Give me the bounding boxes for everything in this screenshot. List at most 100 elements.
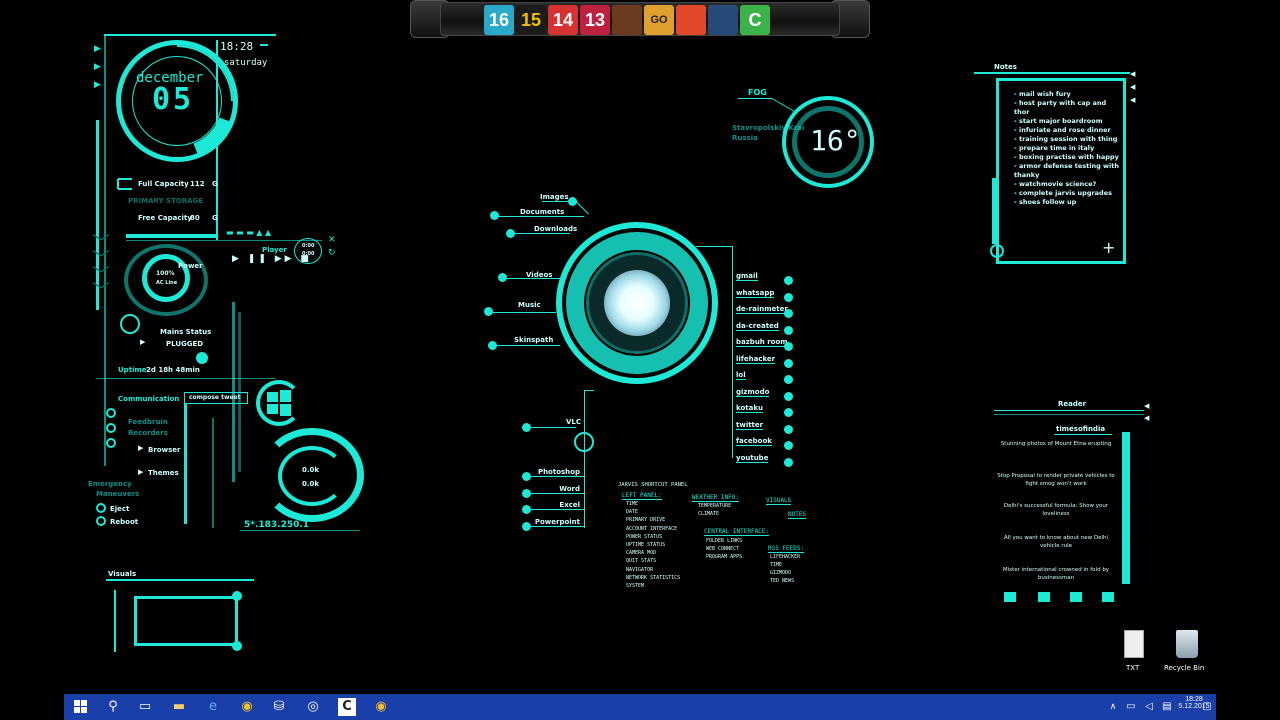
help-item: LIFEHACKER bbox=[770, 554, 801, 560]
radio-extra[interactable] bbox=[106, 438, 116, 448]
dock-icon-csgo[interactable]: GO bbox=[644, 5, 674, 35]
notifications-icon[interactable]: ▢ bbox=[1198, 698, 1216, 716]
reader-page-1[interactable] bbox=[1004, 592, 1016, 602]
app-photoshop[interactable]: Photoshop bbox=[538, 468, 580, 476]
steam-icon[interactable]: ◎ bbox=[304, 698, 322, 716]
windows-logo-icon[interactable] bbox=[266, 390, 292, 416]
app-excel[interactable]: Excel bbox=[559, 501, 580, 509]
dock-icon-camtasia[interactable]: C bbox=[740, 5, 770, 35]
reader-page-2[interactable] bbox=[1038, 592, 1050, 602]
radio-feedbruin[interactable] bbox=[106, 408, 116, 418]
edge-icon[interactable]: e bbox=[204, 698, 222, 716]
link-facebook[interactable]: facebook bbox=[736, 437, 772, 446]
dock-icon-13[interactable]: 13 bbox=[580, 5, 610, 35]
chrome-icon[interactable]: ◉ bbox=[238, 698, 256, 716]
themes-arrow-icon: ▶ bbox=[138, 468, 144, 476]
vlc-ring[interactable] bbox=[574, 432, 594, 452]
reader-page-3[interactable] bbox=[1070, 592, 1082, 602]
themes-link[interactable]: Themes bbox=[148, 469, 179, 477]
link-dot[interactable] bbox=[784, 325, 793, 335]
chrome-window-icon[interactable]: ◉ bbox=[372, 698, 390, 716]
app-word[interactable]: Word bbox=[559, 485, 580, 493]
link-bazbuh-room[interactable]: bazbuh room bbox=[736, 338, 788, 347]
app-powerpoint[interactable]: Powerpoint bbox=[535, 518, 580, 526]
reader-item[interactable]: Stop Proposal to render private vehicles… bbox=[996, 472, 1116, 488]
browser-link[interactable]: Browser bbox=[148, 446, 180, 454]
reader-item[interactable]: Mister international crowned in fold by … bbox=[996, 566, 1116, 582]
link-dot[interactable] bbox=[784, 375, 793, 384]
folder-skinspath[interactable]: Skinspath bbox=[514, 336, 553, 344]
txt-file-icon[interactable]: TXT bbox=[1116, 628, 1150, 678]
repeat-icon[interactable]: ↻ bbox=[328, 248, 336, 258]
folder-music[interactable]: Music bbox=[518, 301, 541, 309]
folder-images[interactable]: Images bbox=[540, 193, 569, 201]
camtasia-icon[interactable]: C bbox=[338, 698, 356, 716]
link-twitter[interactable]: twitter bbox=[736, 421, 764, 430]
dock-icon-origin[interactable] bbox=[676, 5, 706, 35]
player-top-controls[interactable]: ▬ ▬ ▬ ▲ ▲ bbox=[226, 228, 271, 237]
folder-downloads[interactable]: Downloads bbox=[534, 225, 577, 233]
reader-page-4[interactable] bbox=[1102, 592, 1114, 602]
folder-videos[interactable]: Videos bbox=[526, 271, 552, 279]
eject-button[interactable]: Eject bbox=[110, 505, 129, 513]
start-button[interactable] bbox=[72, 698, 90, 716]
uptime-label: Uptime bbox=[118, 366, 147, 374]
radio-recorders[interactable] bbox=[106, 423, 116, 433]
link-kotaku[interactable]: kotaku bbox=[736, 404, 763, 413]
task-view-icon[interactable]: ▭ bbox=[136, 698, 154, 716]
link-dot[interactable] bbox=[784, 342, 793, 351]
note-line: - start major boardroom bbox=[1014, 117, 1103, 125]
dock-icon-15[interactable]: 15 bbox=[516, 5, 546, 35]
link-dot[interactable] bbox=[784, 309, 793, 318]
link-lifehacker[interactable]: lifehacker bbox=[736, 355, 776, 364]
add-note-icon[interactable]: + bbox=[1102, 238, 1115, 257]
link-dot[interactable] bbox=[784, 276, 793, 285]
reader-source[interactable]: timesofindia bbox=[1056, 425, 1105, 433]
link-dot[interactable] bbox=[784, 441, 793, 450]
link-dot[interactable] bbox=[784, 457, 793, 467]
reader-item[interactable]: All you want to know about new Delhi veh… bbox=[996, 534, 1116, 550]
reader-item[interactable]: Stunning photos of Mount Etna erupting bbox=[996, 440, 1116, 448]
network-tray-icon[interactable]: ▭ bbox=[1122, 698, 1140, 716]
vlc-label[interactable]: VLC bbox=[566, 418, 581, 426]
link-da-created[interactable]: da-created bbox=[736, 322, 779, 331]
volume-tray-icon[interactable]: ◁ bbox=[1140, 698, 1158, 716]
comm-item-feedbruin[interactable]: Feedbruin bbox=[128, 418, 168, 426]
notes-handle[interactable] bbox=[990, 244, 1004, 258]
shuffle-icon[interactable]: ✕ bbox=[328, 235, 336, 245]
link-whatsapp[interactable]: whatsapp bbox=[736, 289, 775, 298]
link-gizmodo[interactable]: gizmodo bbox=[736, 388, 770, 397]
dock-icon-app[interactable] bbox=[612, 5, 642, 35]
compose-tweet-button[interactable]: compose tweet bbox=[184, 392, 248, 404]
arc-reactor-icon[interactable] bbox=[604, 270, 670, 336]
reader-item[interactable]: Delhi's successful formula: Show your lo… bbox=[996, 502, 1116, 518]
help-item: TIME bbox=[770, 562, 783, 568]
reboot-button[interactable]: Reboot bbox=[110, 518, 138, 526]
keyboard-tray-icon[interactable]: ▤ bbox=[1158, 698, 1176, 716]
recycle-bin-icon[interactable]: Recycle Bin bbox=[1160, 628, 1214, 678]
help-notes: NOTES bbox=[788, 511, 807, 519]
link-dot[interactable] bbox=[784, 408, 793, 417]
settings-ring-icon[interactable] bbox=[120, 314, 140, 334]
dock-icon-steam[interactable] bbox=[708, 5, 738, 35]
folder-documents[interactable]: Documents bbox=[520, 208, 564, 216]
dock-icon-14[interactable]: 14 bbox=[548, 5, 578, 35]
file-explorer-icon[interactable]: ▬ bbox=[170, 698, 188, 716]
link-de-rainmeter[interactable]: de-rainmeter bbox=[736, 305, 788, 314]
link-dot[interactable] bbox=[784, 358, 793, 368]
link-lol[interactable]: lol bbox=[736, 371, 746, 380]
reader-scrollbar[interactable] bbox=[1122, 432, 1130, 584]
link-dot[interactable] bbox=[784, 292, 793, 302]
link-gmail[interactable]: gmail bbox=[736, 272, 758, 281]
note-line: - armor defense testing with bbox=[1014, 162, 1119, 170]
link-dot[interactable] bbox=[784, 424, 793, 434]
search-icon[interactable]: ⚲ bbox=[104, 698, 122, 716]
link-dot[interactable] bbox=[784, 391, 793, 401]
store-icon[interactable]: ⛁ bbox=[270, 698, 288, 716]
dock-icon-16[interactable]: 16 bbox=[484, 5, 514, 35]
link-youtube[interactable]: youtube bbox=[736, 454, 769, 463]
reboot-radio[interactable] bbox=[96, 516, 106, 526]
tray-chevron-up-icon[interactable]: ∧ bbox=[1104, 698, 1122, 716]
comm-item-recorders[interactable]: Recorders bbox=[128, 429, 168, 437]
eject-radio[interactable] bbox=[96, 503, 106, 513]
